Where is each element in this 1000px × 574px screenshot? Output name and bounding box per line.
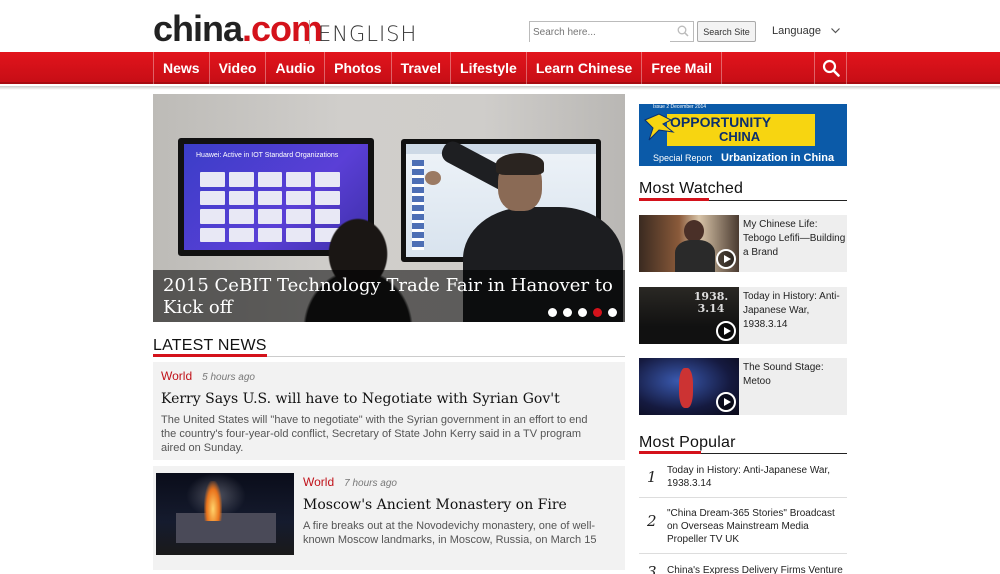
search-icon [822, 59, 840, 77]
section-underline [639, 451, 701, 454]
video-thumb-text: 1938. 3.14 [693, 290, 729, 315]
video-item[interactable]: My Chinese Life: Tebogo Lefifi—Building … [639, 215, 847, 272]
play-icon [716, 249, 736, 269]
hero-screen-text: Huawei: Active in IOT Standard Organizat… [196, 152, 339, 159]
nav-search-button[interactable] [814, 52, 847, 84]
popular-rank: 3 [647, 563, 657, 574]
video-title[interactable]: My Chinese Life: Tebogo Lefifi—Building … [743, 218, 847, 260]
video-title[interactable]: The Sound Stage: Metoo [743, 361, 847, 389]
most-watched-heading: Most Watched [639, 180, 744, 197]
nav-item-news[interactable]: News [153, 52, 209, 84]
list-divider [639, 497, 847, 498]
slider-dots [548, 308, 617, 317]
popular-item[interactable]: 1 Today in History: Anti-Japanese War, 1… [639, 460, 847, 496]
search-box [529, 21, 694, 42]
popular-title[interactable]: "China Dream-365 Stories" Broadcast on O… [667, 507, 847, 546]
language-selector[interactable]: Language [772, 25, 840, 37]
popular-item[interactable]: 2 "China Dream-365 Stories" Broadcast on… [639, 504, 847, 550]
news-category[interactable]: World [303, 475, 334, 489]
hero-slider[interactable]: Huawei: Active in IOT Standard Organizat… [153, 94, 625, 322]
search-site-button[interactable]: Search Site [697, 21, 756, 42]
language-label: Language [772, 25, 821, 37]
section-underline [153, 354, 267, 357]
news-summary: The United States will "have to negotiat… [161, 414, 588, 454]
search-icon[interactable] [677, 25, 689, 37]
site-header: china.com ENGLISH Search Site Language [0, 0, 1000, 52]
news-item[interactable]: World 5 hours ago Kerry Says U.S. will ha… [153, 362, 625, 460]
section-underline [639, 198, 709, 201]
ad-title-1: OPPORTUNITY [670, 114, 772, 130]
slider-dot[interactable] [578, 308, 587, 317]
news-time: 7 hours ago [344, 478, 397, 489]
hero-caption[interactable]: 2015 CeBIT Technology Trade Fair in Hano… [163, 275, 613, 319]
nav-item-audio[interactable]: Audio [265, 52, 324, 84]
nav-item-travel[interactable]: Travel [390, 52, 450, 84]
edition-label: ENGLISH [318, 22, 418, 46]
news-category[interactable]: World [161, 369, 192, 383]
logo-text-china: china [153, 8, 243, 49]
slider-dot[interactable] [548, 308, 557, 317]
news-headline[interactable]: Moscow's Ancient Monastery on Fire [303, 497, 618, 513]
play-icon [716, 321, 736, 341]
latest-news-heading: LATEST NEWS [153, 337, 267, 354]
video-title[interactable]: Today in History: Anti-Japanese War, 193… [743, 290, 847, 332]
popular-title[interactable]: Today in History: Anti-Japanese War, 193… [667, 464, 847, 490]
video-thumbnail[interactable]: 1938. 3.14 [639, 287, 739, 344]
video-item[interactable]: 1938. 3.14 Today in History: Anti-Japane… [639, 287, 847, 344]
nav-item-video[interactable]: Video [208, 52, 266, 84]
slider-dot[interactable] [563, 308, 572, 317]
nav-shadow [0, 86, 1000, 90]
news-item[interactable]: World 7 hours ago Moscow's Ancient Monast… [153, 466, 625, 570]
list-divider [639, 553, 847, 554]
news-thumbnail[interactable] [156, 473, 294, 555]
nav-item-lifestyle[interactable]: Lifestyle [450, 52, 526, 84]
ad-topic: Urbanization in China [721, 152, 835, 164]
popular-item[interactable]: 3 China's Express Delivery Firms Venture [639, 560, 847, 574]
popular-rank: 2 [647, 512, 657, 530]
news-summary: A fire breaks out at the Novodevichy mon… [303, 520, 597, 546]
video-thumbnail[interactable] [639, 215, 739, 272]
news-headline[interactable]: Kerry Says U.S. will have to Negotiate w… [161, 391, 601, 407]
video-thumbnail[interactable] [639, 358, 739, 415]
main-nav: News Video Audio Photos Travel Lifestyle… [0, 52, 1000, 84]
ad-special-report: Special Report [653, 153, 713, 163]
news-time: 5 hours ago [202, 372, 255, 383]
most-popular-heading: Most Popular [639, 434, 736, 451]
site-logo[interactable]: china .com [153, 8, 323, 49]
slider-dot[interactable] [608, 308, 617, 317]
popular-title[interactable]: China's Express Delivery Firms Venture [667, 564, 847, 574]
popular-rank: 1 [647, 468, 657, 486]
ad-title-2: CHINA [719, 129, 761, 144]
nav-item-learn-chinese[interactable]: Learn Chinese [525, 52, 641, 84]
search-input[interactable] [530, 23, 670, 42]
logo-text-dotcom: .com [242, 8, 323, 49]
video-item[interactable]: The Sound Stage: Metoo [639, 358, 847, 415]
slider-dot-active[interactable] [593, 308, 602, 317]
logo-divider [309, 20, 310, 44]
chevron-down-icon [831, 28, 840, 34]
play-icon [716, 392, 736, 412]
nav-item-photos[interactable]: Photos [324, 52, 390, 84]
opportunity-china-banner[interactable]: Issue 2 December 2014 OPPORTUNITY CHINA … [639, 104, 847, 166]
nav-item-free-mail[interactable]: Free Mail [641, 52, 723, 84]
